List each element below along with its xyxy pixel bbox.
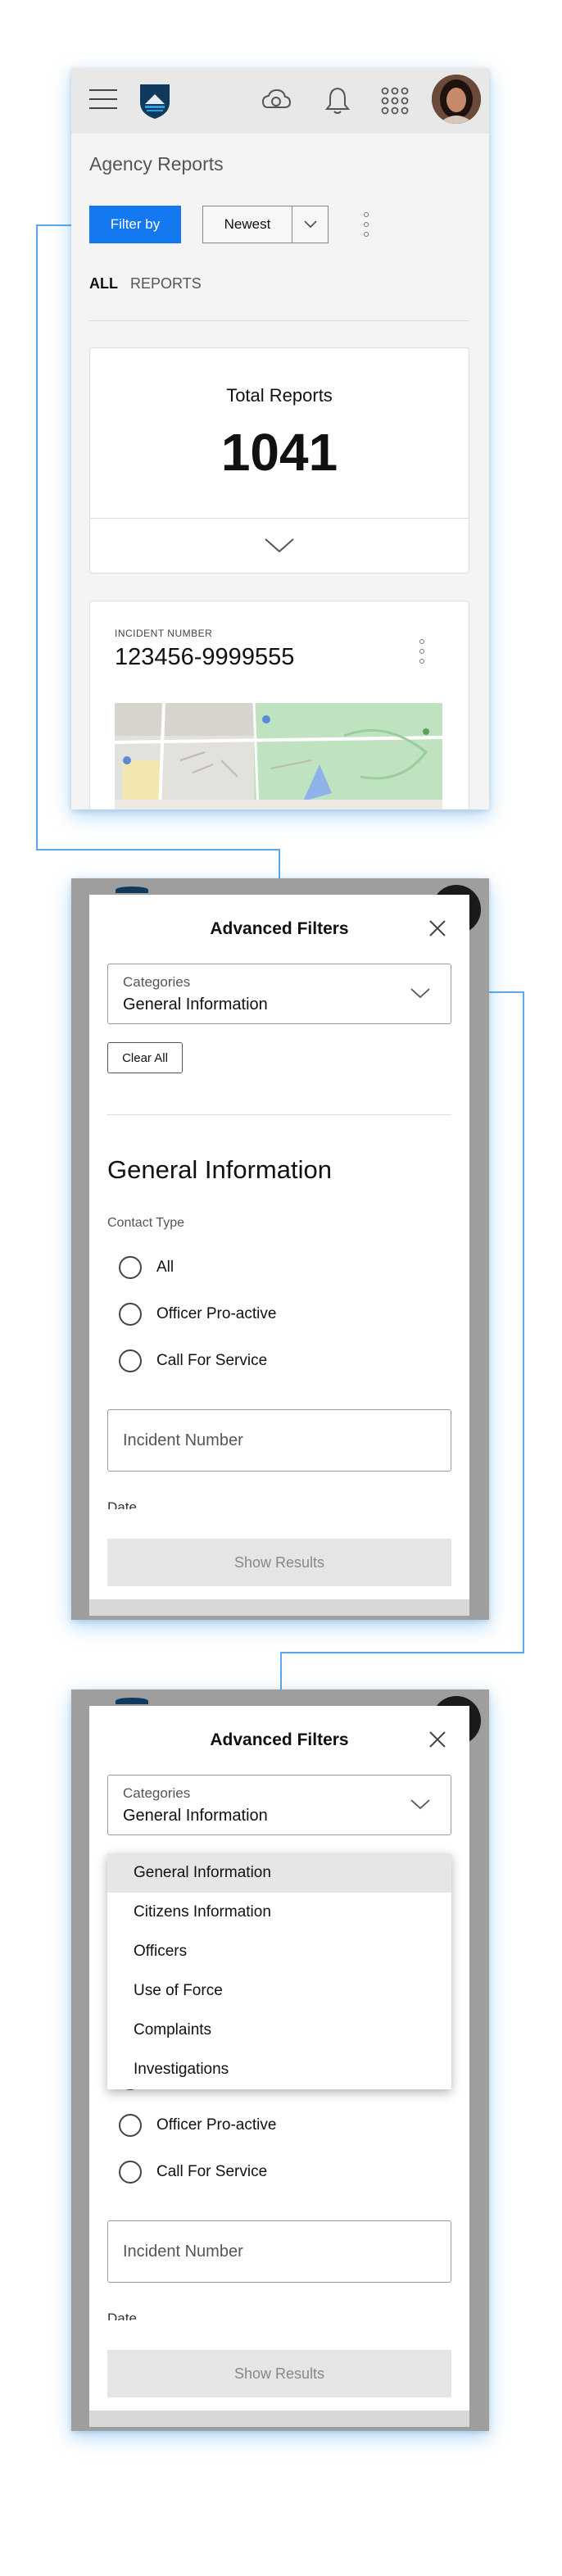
cloud-sync-icon[interactable] — [260, 84, 292, 117]
close-icon[interactable] — [425, 916, 450, 941]
section-title: General Information — [107, 1155, 332, 1184]
radio-contact-officer-pro-active[interactable]: Officer Pro-active — [119, 1302, 276, 1327]
page-title: Agency Reports — [89, 153, 224, 175]
radio-contact-call-for-service[interactable]: Call For Service — [119, 1349, 267, 1373]
radio-circle[interactable] — [119, 2114, 142, 2137]
kebab-icon[interactable] — [418, 639, 426, 664]
dropdown-option-citizens-information[interactable]: Citizens Information — [107, 1893, 451, 1932]
radio-label: All — [156, 1259, 174, 1276]
advanced-filters-modal: Advanced Filters Categories General Info… — [89, 895, 469, 1599]
chevron-down-icon[interactable] — [292, 206, 328, 243]
map-preview-strip — [89, 1599, 469, 1616]
chevron-down-icon — [265, 537, 294, 552]
incident-number: 123456-9999555 — [115, 644, 295, 670]
close-icon[interactable] — [425, 1727, 450, 1752]
categories-label: Categories — [123, 1785, 191, 1801]
clear-all-button[interactable]: Clear All — [107, 1042, 183, 1073]
connector-line — [36, 849, 280, 850]
radio-circle[interactable] — [119, 1256, 142, 1279]
expand-card-button[interactable] — [90, 518, 469, 572]
kebab-icon[interactable] — [362, 212, 370, 237]
dropdown-option-general-information[interactable]: General Information — [107, 1853, 451, 1893]
agency-logo — [116, 887, 148, 893]
connector-line — [280, 1652, 282, 1691]
radio-contact-all[interactable]: All — [119, 1255, 174, 1280]
dropdown-option-officers[interactable]: Officers — [107, 1932, 451, 1971]
categories-value: General Information — [123, 1807, 268, 1825]
agency-logo — [116, 1698, 148, 1704]
report-tabs: ALL REPORTS — [89, 275, 202, 293]
incident-number-input[interactable] — [107, 2220, 451, 2283]
advanced-filters-modal: Advanced Filters Categories General Info… — [89, 1706, 469, 2410]
total-reports-card: Total Reports 1041 — [89, 347, 469, 574]
radio-label: Officer Pro-active — [156, 2116, 277, 2134]
modal-title: Advanced Filters — [210, 1730, 349, 1749]
modal-title: Advanced Filters — [210, 919, 349, 938]
date-label: Date — [107, 2311, 137, 2320]
connector-line — [36, 224, 38, 850]
hamburger-icon[interactable] — [89, 89, 117, 111]
dropdown-option-use-of-force[interactable]: Use of Force — [107, 1971, 451, 2011]
radio-label: Officer Pro-active — [156, 1305, 277, 1322]
total-reports-label: Total Reports — [226, 385, 333, 406]
map-preview-strip — [89, 2410, 469, 2427]
categories-value: General Information — [123, 995, 268, 1014]
show-results-button[interactable]: Show Results — [107, 2350, 451, 2397]
agency-reports-screen: Agency Reports Filter by Newest ALL REPO… — [71, 68, 489, 810]
categories-select[interactable]: Categories General Information — [107, 964, 451, 1024]
connector-line — [523, 991, 524, 1653]
bell-icon[interactable] — [321, 84, 354, 117]
sort-value: Newest — [224, 216, 271, 232]
incident-card[interactable]: INCIDENT NUMBER 123456-9999555 — [89, 601, 469, 810]
contact-type-label: Contact Type — [107, 1216, 184, 1230]
radio-circle[interactable] — [119, 1349, 142, 1372]
grid-apps-icon[interactable] — [378, 84, 411, 117]
chevron-down-icon[interactable] — [408, 1795, 433, 1815]
categories-select[interactable]: Categories General Information — [107, 1775, 451, 1835]
divider — [89, 320, 469, 321]
tab-reports[interactable]: REPORTS — [130, 275, 202, 292]
connector-line — [279, 849, 280, 882]
radio-contact-call-for-service[interactable]: Call For Service — [119, 2160, 267, 2184]
avatar[interactable] — [432, 75, 481, 124]
radio-label: Call For Service — [156, 1352, 268, 1369]
divider — [107, 1114, 451, 1115]
connector-line — [280, 1652, 524, 1653]
agency-logo — [137, 81, 173, 120]
filter-by-button[interactable]: Filter by — [89, 206, 181, 243]
tab-all[interactable]: ALL — [89, 275, 118, 292]
radio-label: Call For Service — [156, 2163, 268, 2180]
incident-map[interactable] — [115, 703, 442, 810]
sort-select[interactable]: Newest — [202, 206, 329, 243]
total-reports-count: 1041 — [220, 423, 338, 482]
advanced-filters-dropdown-screen: Advanced Filters Categories General Info… — [71, 1689, 489, 2431]
dropdown-option-complaints[interactable]: Complaints — [107, 2011, 451, 2050]
advanced-filters-screen: Advanced Filters Categories General Info… — [71, 878, 489, 1620]
dropdown-option-investigations[interactable]: Investigations — [107, 2050, 451, 2089]
app-header — [71, 68, 489, 134]
radio-circle[interactable] — [119, 1303, 142, 1326]
date-label: Date — [107, 1499, 137, 1509]
categories-label: Categories — [123, 974, 191, 990]
incident-number-input[interactable] — [107, 1409, 451, 1472]
radio-contact-officer-pro-active[interactable]: Officer Pro-active — [119, 2113, 276, 2138]
incident-number-label: INCIDENT NUMBER — [115, 628, 213, 639]
radio-circle[interactable] — [119, 2161, 142, 2184]
chevron-down-icon[interactable] — [408, 984, 433, 1004]
show-results-button[interactable]: Show Results — [107, 1539, 451, 1586]
categories-dropdown: General Information Citizens Information… — [107, 1853, 451, 2089]
